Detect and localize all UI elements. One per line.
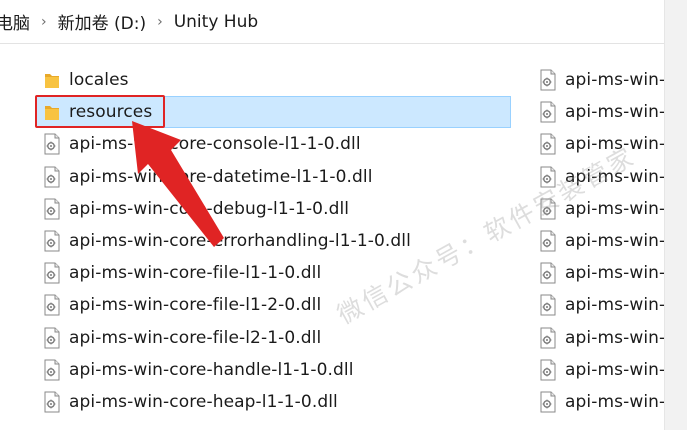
dll-file-icon: [43, 391, 61, 413]
breadcrumb-item-folder[interactable]: Unity Hub: [174, 12, 258, 32]
dll-file-icon: [539, 166, 557, 188]
file-item[interactable]: api-ms-win-: [532, 161, 664, 193]
file-name-label: locales: [69, 70, 129, 91]
dll-file-icon: [539, 327, 557, 349]
file-name-label: api-ms-win-: [565, 70, 664, 91]
dll-file-icon: [43, 133, 61, 155]
dll-file-icon: [43, 359, 61, 381]
file-name-label: api-ms-win-: [565, 295, 664, 316]
dll-file-icon: [43, 166, 61, 188]
file-name-label: api-ms-win-core-debug-l1-1-0.dll: [69, 198, 350, 219]
dll-file-icon: [43, 262, 61, 284]
file-item[interactable]: api-ms-win-core-heap-l1-1-0.dll: [36, 386, 511, 418]
dll-file-icon: [539, 359, 557, 381]
file-item[interactable]: api-ms-win-: [532, 128, 664, 160]
chevron-right-icon[interactable]: ›: [157, 14, 163, 30]
folder-icon: [43, 101, 61, 123]
file-item[interactable]: api-ms-win-core-datetime-l1-1-0.dll: [36, 161, 511, 193]
breadcrumb-item-drive[interactable]: 新加卷 (D:): [58, 9, 147, 34]
file-item[interactable]: api-ms-win-: [532, 193, 664, 225]
file-name-label: api-ms-win-: [565, 166, 664, 187]
file-item[interactable]: api-ms-win-: [532, 354, 664, 386]
file-name-label: api-ms-win-: [565, 102, 664, 123]
file-item[interactable]: api-ms-win-: [532, 386, 664, 418]
file-item[interactable]: api-ms-win-core-file-l2-1-0.dll: [36, 322, 511, 354]
file-item[interactable]: api-ms-win-core-file-l1-1-0.dll: [36, 257, 511, 289]
file-name-label: resources: [69, 102, 153, 123]
file-name-label: api-ms-win-core-datetime-l1-1-0.dll: [69, 166, 373, 187]
file-item[interactable]: api-ms-win-core-file-l1-2-0.dll: [36, 289, 511, 321]
dll-file-icon: [539, 262, 557, 284]
dll-file-icon: [539, 69, 557, 91]
file-name-label: api-ms-win-: [565, 391, 664, 412]
file-name-label: api-ms-win-core-file-l2-1-0.dll: [69, 327, 322, 348]
file-name-label: api-ms-win-core-file-l1-2-0.dll: [69, 295, 322, 316]
file-item[interactable]: api-ms-win-core-errorhandling-l1-1-0.dll: [36, 225, 511, 257]
dll-file-icon: [539, 391, 557, 413]
file-name-label: api-ms-win-core-heap-l1-1-0.dll: [69, 391, 338, 412]
folder-icon: [43, 69, 61, 91]
file-item[interactable]: api-ms-win-: [532, 96, 664, 128]
file-item[interactable]: api-ms-win-: [532, 64, 664, 96]
file-name-label: api-ms-win-core-console-l1-1-0.dll: [69, 134, 361, 155]
file-list-column-right: api-ms-win-api-ms-win-api-ms-win-api-ms-…: [532, 64, 664, 418]
file-item[interactable]: api-ms-win-: [532, 289, 664, 321]
file-list-column-left: locales resources api-ms-win-core-console-…: [36, 64, 511, 418]
scrollbar-track[interactable]: [664, 0, 687, 430]
dll-file-icon: [539, 294, 557, 316]
file-name-label: api-ms-win-: [565, 231, 664, 252]
dll-file-icon: [539, 198, 557, 220]
file-item[interactable]: api-ms-win-: [532, 225, 664, 257]
dll-file-icon: [43, 198, 61, 220]
folder-item[interactable]: locales: [36, 64, 511, 96]
dll-file-icon: [43, 294, 61, 316]
file-name-label: api-ms-win-: [565, 134, 664, 155]
address-bar[interactable]: 电脑 › 新加卷 (D:) › Unity Hub: [0, 0, 664, 44]
dll-file-icon: [539, 230, 557, 252]
chevron-right-icon[interactable]: ›: [41, 14, 47, 30]
file-name-label: api-ms-win-: [565, 359, 664, 380]
folder-item[interactable]: resources: [36, 96, 511, 129]
file-item[interactable]: api-ms-win-core-console-l1-1-0.dll: [36, 128, 511, 160]
file-explorer-window: 电脑 › 新加卷 (D:) › Unity Hub locales resourc…: [0, 0, 687, 430]
file-name-label: api-ms-win-core-file-l1-1-0.dll: [69, 263, 322, 284]
file-item[interactable]: api-ms-win-: [532, 257, 664, 289]
dll-file-icon: [43, 230, 61, 252]
dll-file-icon: [539, 133, 557, 155]
file-item[interactable]: api-ms-win-: [532, 322, 664, 354]
breadcrumb-item-computer[interactable]: 电脑: [0, 9, 30, 34]
file-name-label: api-ms-win-: [565, 263, 664, 284]
file-name-label: api-ms-win-core-errorhandling-l1-1-0.dll: [69, 231, 411, 252]
dll-file-icon: [43, 327, 61, 349]
file-item[interactable]: api-ms-win-core-handle-l1-1-0.dll: [36, 354, 511, 386]
file-item[interactable]: api-ms-win-core-debug-l1-1-0.dll: [36, 193, 511, 225]
file-name-label: api-ms-win-: [565, 327, 664, 348]
dll-file-icon: [539, 101, 557, 123]
file-name-label: api-ms-win-: [565, 198, 664, 219]
file-name-label: api-ms-win-core-handle-l1-1-0.dll: [69, 359, 354, 380]
